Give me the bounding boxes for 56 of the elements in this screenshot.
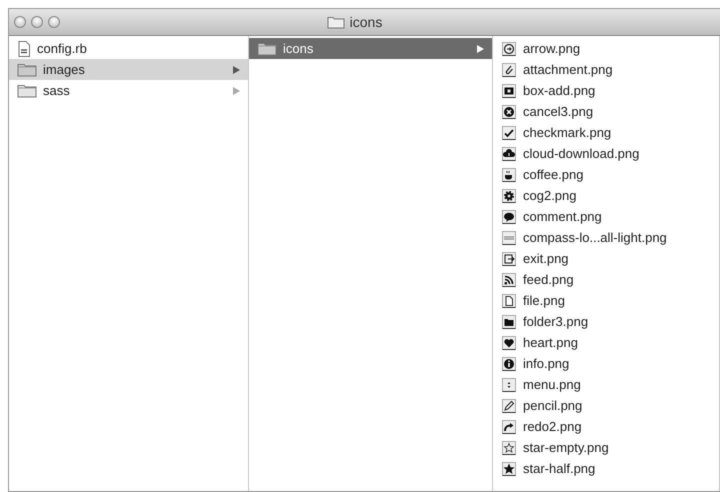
folder-icon bbox=[326, 15, 345, 29]
redo-icon bbox=[501, 418, 517, 434]
feed-icon bbox=[501, 272, 517, 288]
file-row[interactable]: star-empty.png bbox=[493, 437, 719, 458]
folder-icon bbox=[17, 83, 37, 98]
file-row[interactable]: box-add.png bbox=[493, 80, 719, 101]
menu-icon bbox=[501, 376, 517, 392]
file-row[interactable]: file.png bbox=[493, 290, 719, 311]
zoom-button[interactable] bbox=[48, 16, 60, 28]
file-row[interactable]: config.rb bbox=[9, 38, 248, 59]
info-icon bbox=[501, 356, 517, 372]
file-row[interactable]: menu.png bbox=[493, 374, 719, 395]
file-row[interactable]: cog2.png bbox=[493, 185, 719, 206]
gear-icon bbox=[501, 188, 517, 204]
file-row[interactable]: folder3.png bbox=[493, 311, 719, 332]
star-icon bbox=[501, 460, 517, 476]
arrow-circle-icon bbox=[501, 40, 517, 56]
file-row[interactable]: attachment.png bbox=[493, 59, 719, 80]
file-row[interactable]: cancel3.png bbox=[493, 101, 719, 122]
file-row[interactable]: exit.png bbox=[493, 248, 719, 269]
file-row[interactable]: icons bbox=[249, 38, 492, 59]
file-row[interactable]: arrow.png bbox=[493, 38, 719, 59]
file-row[interactable]: compass-lo...all-light.png bbox=[493, 227, 719, 248]
disclosure-arrow-icon[interactable] bbox=[233, 66, 240, 74]
cloud-icon bbox=[501, 146, 517, 162]
star-icon bbox=[501, 440, 517, 456]
file-row[interactable]: cloud-download.png bbox=[493, 143, 719, 164]
folder-icon bbox=[17, 62, 37, 77]
file-row[interactable]: checkmark.png bbox=[493, 122, 719, 143]
file-icon bbox=[501, 292, 517, 308]
cup-icon bbox=[501, 166, 517, 182]
checkmark-icon bbox=[501, 124, 517, 140]
file-row[interactable]: images bbox=[9, 59, 248, 80]
folder-icon bbox=[501, 314, 517, 330]
paperclip-icon bbox=[501, 62, 517, 78]
file-row[interactable]: pencil.png bbox=[493, 395, 719, 416]
file-row[interactable]: feed.png bbox=[493, 269, 719, 290]
exit-icon bbox=[501, 250, 517, 266]
file-row[interactable]: redo2.png bbox=[493, 416, 719, 437]
pencil-icon bbox=[501, 398, 517, 414]
speech-bubble-icon bbox=[501, 208, 517, 224]
folder-icon bbox=[257, 41, 277, 56]
disclosure-arrow-icon[interactable] bbox=[477, 44, 484, 52]
minimize-button[interactable] bbox=[31, 16, 43, 28]
file-row[interactable]: sass bbox=[9, 80, 248, 101]
file-row[interactable]: comment.png bbox=[493, 206, 719, 227]
document-icon bbox=[17, 40, 31, 56]
file-row[interactable]: coffee.png bbox=[493, 164, 719, 185]
disclosure-arrow-icon[interactable] bbox=[233, 86, 240, 94]
file-row[interactable]: info.png bbox=[493, 353, 719, 374]
window-title: icons bbox=[350, 14, 382, 30]
close-button[interactable] bbox=[14, 16, 26, 28]
box-icon bbox=[501, 82, 517, 98]
cancel-icon bbox=[501, 104, 517, 120]
file-row[interactable]: star-half.png bbox=[493, 458, 719, 479]
file-row[interactable]: heart.png bbox=[493, 332, 719, 353]
